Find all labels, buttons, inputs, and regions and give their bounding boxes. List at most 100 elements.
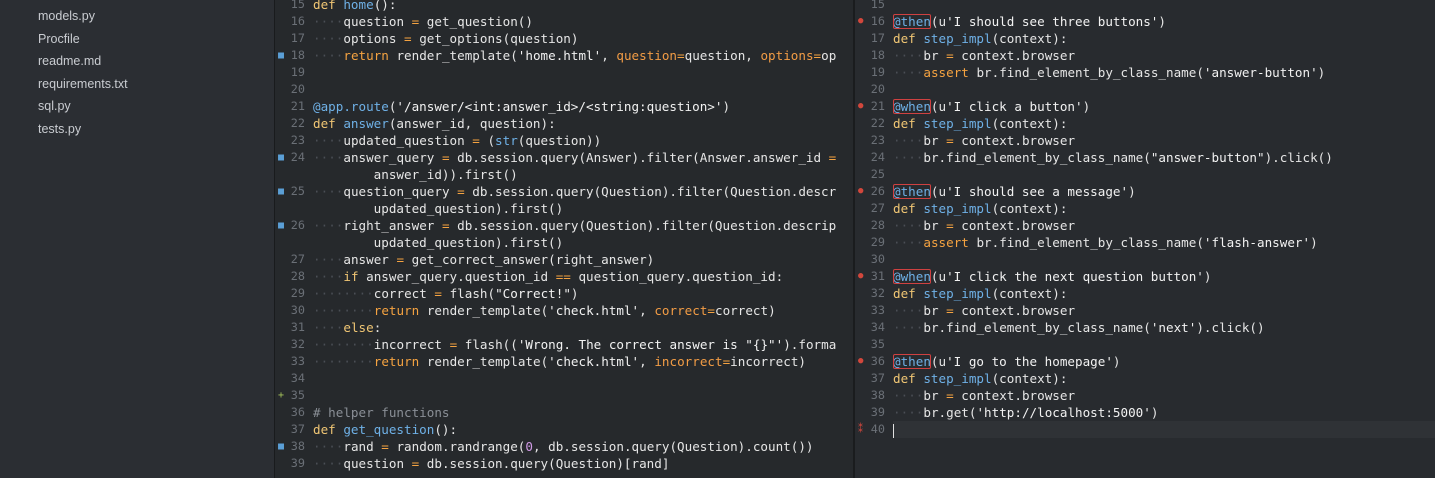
code-line[interactable]: ····br = context.browser [893, 302, 1435, 319]
code-line[interactable]: def get_question(): [313, 421, 853, 438]
code-line[interactable]: ····right_answer = db.session.query(Ques… [313, 217, 853, 234]
code-line[interactable]: ········return render_template('check.ht… [313, 353, 853, 370]
code-line[interactable] [893, 421, 1435, 438]
modified-line-icon: ■ [278, 186, 285, 197]
code-line[interactable]: ········incorrect = flash(('Wrong. The c… [313, 336, 853, 353]
line-number: 38 ■ [278, 439, 305, 453]
code-line[interactable] [313, 370, 853, 387]
line-number: 19 [870, 65, 885, 79]
code-line[interactable] [893, 0, 1435, 13]
line-number: 35 + [278, 388, 305, 402]
file-item[interactable]: requirements.txt [38, 73, 128, 95]
left-editor-pane[interactable]: 15 16 17 18 ■ 19 20 21 22 23 24 ■ 25 ■ 26 ■ 27 28 29 30 31 32… [275, 0, 853, 478]
code-area[interactable]: def home(): ····question = get_question()… [313, 0, 853, 478]
error-dot-icon: ● [858, 186, 864, 196]
line-number: 24 [870, 150, 885, 164]
line-number: 26 ■ [278, 218, 305, 232]
code-line[interactable] [893, 166, 1435, 183]
code-line[interactable]: ····br.get('http://localhost:5000') [893, 404, 1435, 421]
code-line[interactable]: ····br = context.browser [893, 132, 1435, 149]
line-number: 25 ■ [278, 184, 305, 198]
editor-window: models.py Procfile readme.md requirements.t… [0, 0, 1435, 478]
code-line[interactable]: ····answer = get_correct_answer(right_an… [313, 251, 853, 268]
code-line[interactable]: answer_id)).first() [313, 166, 853, 183]
code-line[interactable]: ····question_query = db.session.query(Qu… [313, 183, 853, 200]
line-number: 24 ■ [278, 150, 305, 164]
line-number: 33 [870, 303, 885, 317]
line-number: 15 [870, 0, 885, 11]
line-number: 28 [870, 218, 885, 232]
line-number-gutter: 15 16 ● 17 18 19 20 21 ● 22 23 24 25 26 ● 27 28 29 30 31 ● 32… [855, 0, 891, 478]
code-line[interactable] [893, 81, 1435, 98]
code-line[interactable]: @then(u'I go to the homepage') [893, 353, 1435, 370]
code-line[interactable]: ····question = db.session.query(Question… [313, 455, 853, 472]
code-line[interactable]: def step_impl(context): [893, 370, 1435, 387]
code-line[interactable]: def home(): [313, 0, 853, 13]
code-line[interactable]: def answer(answer_id, question): [313, 115, 853, 132]
code-line[interactable]: ····assert br.find_element_by_class_name… [893, 234, 1435, 251]
code-line[interactable]: ····return render_template('home.html', … [313, 47, 853, 64]
line-number: 18 [870, 48, 885, 62]
code-line[interactable]: ····assert br.find_element_by_class_name… [893, 64, 1435, 81]
file-item[interactable]: models.py [38, 5, 95, 27]
code-line[interactable]: ····rand = random.randrange(0, db.sessio… [313, 438, 853, 455]
line-number: 29 [290, 286, 305, 300]
code-line[interactable]: def step_impl(context): [893, 200, 1435, 217]
code-line[interactable] [893, 251, 1435, 268]
line-number: 32 [290, 337, 305, 351]
code-line[interactable]: @then(u'I should see three buttons') [893, 13, 1435, 30]
code-line[interactable]: ····if answer_query.question_id == quest… [313, 268, 853, 285]
code-line[interactable]: def step_impl(context): [893, 285, 1435, 302]
line-number: 30 [290, 303, 305, 317]
code-line[interactable]: ····else: [313, 319, 853, 336]
file-item[interactable]: Procfile [38, 28, 80, 50]
code-line[interactable]: ····br = context.browser [893, 47, 1435, 64]
code-line[interactable]: updated_question).first() [313, 234, 853, 251]
file-item[interactable]: tests.py [38, 118, 81, 140]
code-line[interactable]: ····question = get_question() [313, 13, 853, 30]
line-number: 31 [290, 320, 305, 334]
error-dot-icon: ● [858, 101, 864, 111]
code-line[interactable] [893, 336, 1435, 353]
line-number: 21 ● [858, 99, 885, 113]
code-line[interactable]: updated_question).first() [313, 200, 853, 217]
code-line[interactable] [313, 387, 853, 404]
code-line[interactable] [313, 81, 853, 98]
error-dot-icon: ● [858, 271, 864, 281]
code-line[interactable]: @when(u'I click a button') [893, 98, 1435, 115]
code-line[interactable]: @then(u'I should see a message') [893, 183, 1435, 200]
line-number: 31 ● [858, 269, 885, 283]
line-number: 34 [870, 320, 885, 334]
line-number [275, 200, 311, 217]
code-line[interactable]: ········correct = flash("Correct!") [313, 285, 853, 302]
code-line[interactable]: ····br = context.browser [893, 387, 1435, 404]
added-line-icon: + [278, 390, 285, 401]
modified-line-icon: ■ [278, 441, 285, 452]
code-area[interactable]: @then(u'I should see three buttons') def … [893, 0, 1435, 478]
code-line[interactable]: ····br.find_element_by_class_name('next'… [893, 319, 1435, 336]
code-line[interactable]: def step_impl(context): [893, 30, 1435, 47]
code-line[interactable]: @when(u'I click the next question button… [893, 268, 1435, 285]
code-line[interactable]: @app.route('/answer/<int:answer_id>/<str… [313, 98, 853, 115]
code-line[interactable]: ····updated_question = (str(question)) [313, 132, 853, 149]
line-number: 37 [290, 422, 305, 436]
code-line[interactable] [313, 64, 853, 81]
code-line[interactable]: ····answer_query = db.session.query(Answ… [313, 149, 853, 166]
modified-line-icon: ■ [278, 220, 285, 231]
file-item[interactable]: sql.py [38, 95, 71, 117]
line-number: 39 [290, 456, 305, 470]
code-line[interactable]: # helper functions [313, 404, 853, 421]
code-line[interactable]: ········return render_template('check.ht… [313, 302, 853, 319]
code-line[interactable]: def step_impl(context): [893, 115, 1435, 132]
right-editor-pane[interactable]: 15 16 ● 17 18 19 20 21 ● 22 23 24 25 26 ● 27 28 29 30 31 ● 32… [855, 0, 1435, 478]
code-line[interactable]: ····br = context.browser [893, 217, 1435, 234]
line-number: 38 [870, 388, 885, 402]
modified-line-icon: ■ [278, 50, 285, 61]
line-number: 40 ⁑ [858, 422, 885, 436]
line-number: 17 [870, 31, 885, 45]
file-item[interactable]: readme.md [38, 50, 101, 72]
code-line[interactable]: ····br.find_element_by_class_name("answe… [893, 149, 1435, 166]
line-number: 28 [290, 269, 305, 283]
code-line[interactable]: ····options = get_options(question) [313, 30, 853, 47]
line-number: 23 [870, 133, 885, 147]
